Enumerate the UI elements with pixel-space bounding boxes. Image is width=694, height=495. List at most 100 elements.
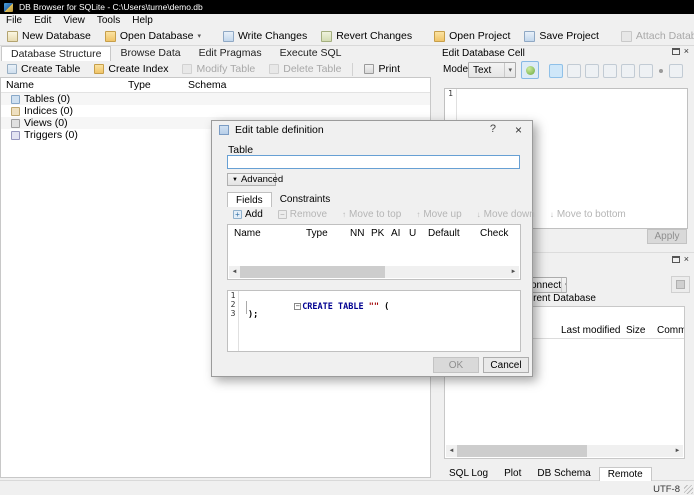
fields-table: Name Type NN PK AI U Default Check ◄ ► [227, 224, 521, 280]
move-to-bottom-button: ↓ Move to bottom [545, 209, 631, 220]
tab-execute-sql[interactable]: Execute SQL [271, 46, 351, 61]
fold-marker-icon[interactable]: − [294, 303, 302, 310]
line-number: 2 [230, 300, 236, 309]
tree-column-type[interactable]: Type [128, 79, 151, 91]
tab-sql-log[interactable]: SQL Log [441, 467, 496, 481]
tree-row-tables[interactable]: Tables (0) [1, 93, 430, 105]
tab-fields[interactable]: Fields [227, 192, 272, 207]
print-button[interactable]: Print [357, 61, 407, 78]
menu-tools[interactable]: Tools [91, 15, 126, 26]
table-name-input[interactable] [227, 155, 520, 169]
col-default[interactable]: Default [428, 228, 460, 239]
title-bar: DB Browser for SQLite - C:\Users\turne\d… [0, 0, 694, 14]
menu-edit[interactable]: Edit [28, 15, 57, 26]
attach-database-label: Attach Database [635, 30, 694, 42]
resize-grip[interactable] [684, 485, 693, 494]
remote-column-commit[interactable]: Commit [657, 325, 684, 336]
print-label: Print [378, 63, 401, 75]
main-toolbar: New Database Open Database ▾ Write Chang… [0, 27, 694, 46]
float-dock-icon[interactable] [671, 48, 680, 55]
dialog-close-button[interactable]: × [515, 123, 522, 137]
col-name[interactable]: Name [234, 228, 261, 239]
scroll-right-icon[interactable]: ► [508, 269, 519, 275]
scrollbar-thumb[interactable] [457, 445, 587, 457]
menu-bar: File Edit View Tools Help [0, 14, 694, 27]
tab-browse-data[interactable]: Browse Data [111, 46, 189, 61]
remote-column-size[interactable]: Size [626, 325, 645, 336]
modify-table-label: Modify Table [196, 63, 256, 75]
chevron-down-icon: ▼ [232, 176, 238, 183]
close-dock-icon[interactable]: × [684, 255, 689, 264]
mode-label: Mode: [443, 64, 471, 75]
save-as-icon[interactable] [621, 64, 635, 78]
scrollbar-thumb[interactable] [240, 266, 385, 278]
window-title: DB Browser for SQLite - C:\Users\turne\d… [19, 2, 203, 12]
tab-plot[interactable]: Plot [496, 467, 529, 481]
modify-table-button: Modify Table [175, 61, 262, 78]
revert-changes-button[interactable]: Revert Changes [314, 28, 419, 45]
menu-help[interactable]: Help [126, 15, 159, 26]
binary-view-icon[interactable] [567, 64, 581, 78]
null-dot-icon[interactable] [659, 69, 663, 73]
print-cell-icon[interactable] [669, 64, 683, 78]
col-ai[interactable]: AI [391, 228, 400, 239]
tree-row-indices[interactable]: Indices (0) [1, 105, 430, 117]
remote-column-last-modified[interactable]: Last modified [561, 325, 620, 336]
scroll-left-icon[interactable]: ◄ [229, 269, 240, 275]
scroll-right-icon[interactable]: ► [672, 448, 683, 454]
menu-file[interactable]: File [0, 15, 28, 26]
cancel-button[interactable]: Cancel [483, 357, 529, 373]
new-database-button[interactable]: New Database [0, 28, 98, 45]
tab-remote[interactable]: Remote [598, 467, 652, 481]
close-dock-icon[interactable]: × [684, 47, 689, 56]
open-project-label: Open Project [449, 30, 511, 42]
open-project-button[interactable]: Open Project [427, 28, 517, 45]
move-to-top-button: ↑ Move to top [337, 209, 406, 220]
tab-db-schema[interactable]: DB Schema [529, 467, 598, 481]
advanced-button[interactable]: ▼ Advanced [227, 173, 283, 186]
fields-horizontal-scrollbar[interactable]: ◄ ► [229, 266, 519, 278]
apply-button: Apply [647, 229, 687, 244]
identity-settings-button[interactable] [671, 276, 690, 293]
import-file-icon[interactable] [585, 64, 599, 78]
create-index-button[interactable]: Create Index [87, 61, 175, 78]
col-check[interactable]: Check [480, 228, 508, 239]
dialog-tab-bar: Fields Constraints [227, 192, 338, 207]
create-table-label: Create Table [21, 63, 81, 75]
scroll-left-icon[interactable]: ◄ [446, 448, 457, 454]
open-database-button[interactable]: Open Database ▾ [98, 28, 208, 45]
move-down-icon: ↓ [476, 210, 481, 219]
menu-view[interactable]: View [57, 15, 91, 26]
delete-table-icon [269, 64, 280, 74]
tree-column-schema[interactable]: Schema [188, 79, 227, 91]
text-view-icon[interactable] [549, 64, 563, 78]
export-file-icon[interactable] [603, 64, 617, 78]
write-changes-button[interactable]: Write Changes [216, 28, 314, 45]
tab-database-structure[interactable]: Database Structure [1, 46, 112, 61]
tab-edit-pragmas[interactable]: Edit Pragmas [190, 46, 271, 61]
tab-constraints[interactable]: Constraints [272, 192, 339, 207]
help-button[interactable]: ? [490, 123, 496, 135]
col-type[interactable]: Type [306, 228, 328, 239]
sql-paren: ( [384, 302, 390, 312]
mode-select[interactable]: Text ▾ [468, 62, 516, 78]
col-pk[interactable]: PK [371, 228, 384, 239]
mode-select-value: Text [473, 64, 492, 76]
col-u[interactable]: U [409, 228, 416, 239]
toolbar-separator [352, 62, 354, 76]
open-database-dropdown-icon[interactable]: ▾ [197, 32, 201, 40]
create-table-button[interactable]: Create Table [0, 61, 87, 78]
delete-table-button: Delete Table [262, 61, 348, 78]
float-dock-icon[interactable] [671, 256, 680, 263]
col-nn[interactable]: NN [350, 228, 364, 239]
move-up-button: ↑ Move up [411, 209, 466, 220]
fold-guide-line [246, 301, 247, 314]
add-field-button[interactable]: + Add [228, 209, 268, 220]
remote-horizontal-scrollbar[interactable]: ◄ ► [446, 445, 683, 457]
fullscreen-icon[interactable] [639, 64, 653, 78]
open-database-icon [104, 30, 116, 42]
main-tab-bar: Database Structure Browse Data Edit Prag… [1, 46, 350, 61]
save-project-button[interactable]: Save Project [517, 28, 606, 45]
auto-apply-toggle-button[interactable] [521, 61, 539, 79]
tree-column-name[interactable]: Name [6, 79, 34, 91]
